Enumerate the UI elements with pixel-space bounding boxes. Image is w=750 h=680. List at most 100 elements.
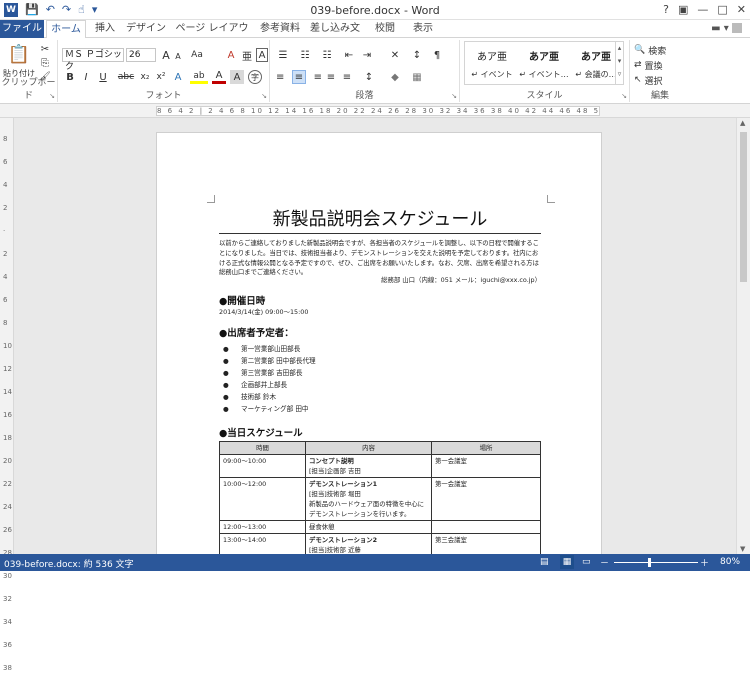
horizontal-ruler[interactable]: 8 6 4 2 | 2 4 6 8 10 12 14 16 18 20 22 2… <box>0 104 750 118</box>
style-item[interactable]: あア亜 ↵ 会議の… <box>571 44 621 82</box>
table-row[interactable]: 10:00～12:00 デモンストレーション1 [担当]技術部 堀田 新製品のハード… <box>219 477 541 521</box>
attendee-item[interactable]: ● マーケティング部 田中 <box>223 403 309 413</box>
help-icon[interactable]: ? <box>663 3 669 16</box>
schedule-heading[interactable]: ●当日スケジュール <box>219 425 303 439</box>
minimize-icon[interactable]: — <box>697 3 708 16</box>
tab-view[interactable]: 表示 <box>408 20 438 38</box>
line-spacing-icon[interactable]: ↕ <box>362 70 376 84</box>
tab-design[interactable]: デザイン <box>126 20 166 38</box>
time-cell[interactable]: 13:00～14:00 <box>219 533 306 554</box>
table-row[interactable]: 13:00～14:00 デモンストレーション2 [担当]技術部 近藤 第三会議室 <box>219 533 541 554</box>
phonetic-guide-icon[interactable]: 亜 <box>240 48 254 63</box>
schedule-table[interactable]: 時間 内容 場所 09:00～10:00 コンセプト説明 [担当]企画部 吉田 第… <box>219 441 541 554</box>
char-border-icon[interactable]: A <box>256 48 268 62</box>
attendee-item[interactable]: ● 技術部 鈴木 <box>223 391 276 401</box>
align-center-icon[interactable]: ≡ <box>292 70 306 84</box>
find-button[interactable]: 🔍 検索 <box>634 44 684 57</box>
table-row[interactable]: 12:00～13:00 昼食休憩 <box>219 520 541 534</box>
print-layout-icon[interactable]: ▦ <box>560 555 574 569</box>
styles-dialog-launcher[interactable]: ↘ <box>621 92 627 100</box>
replace-button[interactable]: ⇄ 置換 <box>634 59 684 72</box>
zoom-out-button[interactable]: － <box>600 556 609 569</box>
superscript-button[interactable]: x² <box>154 70 168 84</box>
read-mode-icon[interactable]: ▤ <box>540 557 549 567</box>
style-item[interactable]: あア亜 ↵ イベント… <box>519 44 569 82</box>
text-effects-icon[interactable]: A <box>170 70 186 84</box>
place-cell[interactable]: 第一会議室 <box>431 477 541 521</box>
attendee-item[interactable]: ● 第二営業部 田中部長代理 <box>223 355 316 365</box>
contact-line[interactable]: 総務部 山口（内線：051 メール：iguchi@xxx.co.jp） <box>219 275 541 284</box>
select-button[interactable]: ↖ 選択 <box>634 74 684 87</box>
close-icon[interactable]: ✕ <box>737 3 746 16</box>
font-dialog-launcher[interactable]: ↘ <box>261 92 267 100</box>
maximize-icon[interactable]: □ <box>717 3 727 16</box>
font-color-icon[interactable]: A <box>212 70 226 84</box>
scroll-down-icon[interactable]: ▼ <box>740 545 745 553</box>
attendee-item[interactable]: ● 第一営業部山田部長 <box>223 343 300 353</box>
intro-paragraph[interactable]: 以前からご連絡しておりました新製品説明会ですが、各担当者のスケジュールを調整し、… <box>219 239 541 278</box>
ribbon-display-icon[interactable]: ▣ <box>678 3 688 16</box>
zoom-in-button[interactable]: ＋ <box>700 556 709 569</box>
time-cell[interactable]: 09:00～10:00 <box>219 454 306 478</box>
char-shading-icon[interactable]: A <box>230 70 244 84</box>
time-cell[interactable]: 12:00～13:00 <box>219 520 306 534</box>
document-page[interactable]: 新製品説明会スケジュール 以前からご連絡しておりました新製品説明会ですが、各担当… <box>156 132 602 554</box>
bold-button[interactable]: B <box>64 70 76 84</box>
decrease-indent-icon[interactable]: ⇤ <box>342 48 356 62</box>
zoom-slider-thumb[interactable] <box>648 558 651 567</box>
date-heading[interactable]: ●開催日時 <box>219 293 265 307</box>
style-item[interactable]: あア亜 ↵ イベント <box>467 44 517 82</box>
enclose-char-icon[interactable]: 字 <box>248 70 262 84</box>
place-cell[interactable]: 第三会議室 <box>431 533 541 554</box>
bullets-icon[interactable]: ☰ <box>276 48 290 62</box>
event-date[interactable]: 2014/3/14(金) 09:00～15:00 <box>219 307 308 316</box>
cut-icon[interactable]: ✂ <box>38 43 52 55</box>
scroll-up-icon[interactable]: ▲ <box>740 119 745 127</box>
attendee-item[interactable]: ● 企画部井上部長 <box>223 379 287 389</box>
clear-format-icon[interactable]: A <box>224 48 238 62</box>
tab-references[interactable]: 参考資料 <box>258 20 302 38</box>
zoom-level[interactable]: 80% <box>720 557 740 567</box>
place-cell[interactable] <box>431 520 541 534</box>
increase-indent-icon[interactable]: ⇥ <box>360 48 374 62</box>
numbering-icon[interactable]: ☷ <box>298 48 312 62</box>
tab-home[interactable]: ホーム <box>46 20 86 39</box>
vertical-scrollbar[interactable]: ▲ ▼ <box>736 118 750 554</box>
account-avatar[interactable] <box>732 23 742 33</box>
asian-layout-icon[interactable]: ✕ <box>388 48 402 62</box>
show-marks-icon[interactable]: ¶ <box>430 48 444 62</box>
highlight-icon[interactable]: ab <box>190 70 208 84</box>
justify-icon[interactable]: ≡ <box>324 70 338 84</box>
tab-file[interactable]: ファイル <box>0 20 44 38</box>
content-cell[interactable]: コンセプト説明 [担当]企画部 吉田 <box>305 454 432 478</box>
grow-font-icon[interactable]: A <box>160 48 172 62</box>
scrollbar-thumb[interactable] <box>740 132 747 282</box>
time-cell[interactable]: 10:00～12:00 <box>219 477 306 521</box>
shading-icon[interactable]: ◆ <box>388 70 402 84</box>
style-gallery-scroll[interactable]: ▴ ▾ ▿ <box>615 42 623 84</box>
italic-button[interactable]: I <box>80 70 92 84</box>
tab-page-layout[interactable]: ページ レイアウト <box>172 20 252 52</box>
subscript-button[interactable]: x₂ <box>138 70 152 84</box>
font-name-select[interactable]: ＭＳ Ｐゴシック <box>62 48 124 72</box>
document-workspace[interactable]: 新製品説明会スケジュール 以前からご連絡しておりました新製品説明会ですが、各担当… <box>14 118 736 554</box>
content-cell[interactable]: デモンストレーション1 [担当]技術部 堀田 新製品のハードウェア面の特徴を中心にデ… <box>305 477 432 521</box>
table-row[interactable]: 09:00～10:00 コンセプト説明 [担当]企画部 吉田 第一会議室 <box>219 454 541 478</box>
zoom-slider[interactable] <box>614 562 698 563</box>
change-case-icon[interactable]: Aa <box>188 48 206 62</box>
user-account[interactable]: ▬ ▾ <box>711 23 742 34</box>
borders-icon[interactable]: ▦ <box>410 70 424 84</box>
shrink-font-icon[interactable]: A <box>172 50 184 62</box>
paste-icon[interactable]: 📋 <box>4 42 34 66</box>
distributed-icon[interactable]: ≡ <box>340 70 354 84</box>
vertical-ruler[interactable]: 8 6 4 2 · 2 4 6 8 10 12 14 16 18 20 22 24 26 28 30 32 34 36 38 <box>0 118 14 672</box>
content-cell[interactable]: デモンストレーション2 [担当]技術部 近藤 <box>305 533 432 554</box>
paragraph-dialog-launcher[interactable]: ↘ <box>451 92 457 100</box>
sort-icon[interactable]: ↕ <box>410 48 424 62</box>
multilevel-list-icon[interactable]: ☷ <box>320 48 334 62</box>
strikethrough-button[interactable]: abc <box>116 70 136 84</box>
align-right-icon[interactable]: ≡ <box>308 70 322 84</box>
content-cell[interactable]: 昼食休憩 <box>305 520 432 534</box>
copy-icon[interactable]: ⎘ <box>38 57 52 69</box>
place-cell[interactable]: 第一会議室 <box>431 454 541 478</box>
